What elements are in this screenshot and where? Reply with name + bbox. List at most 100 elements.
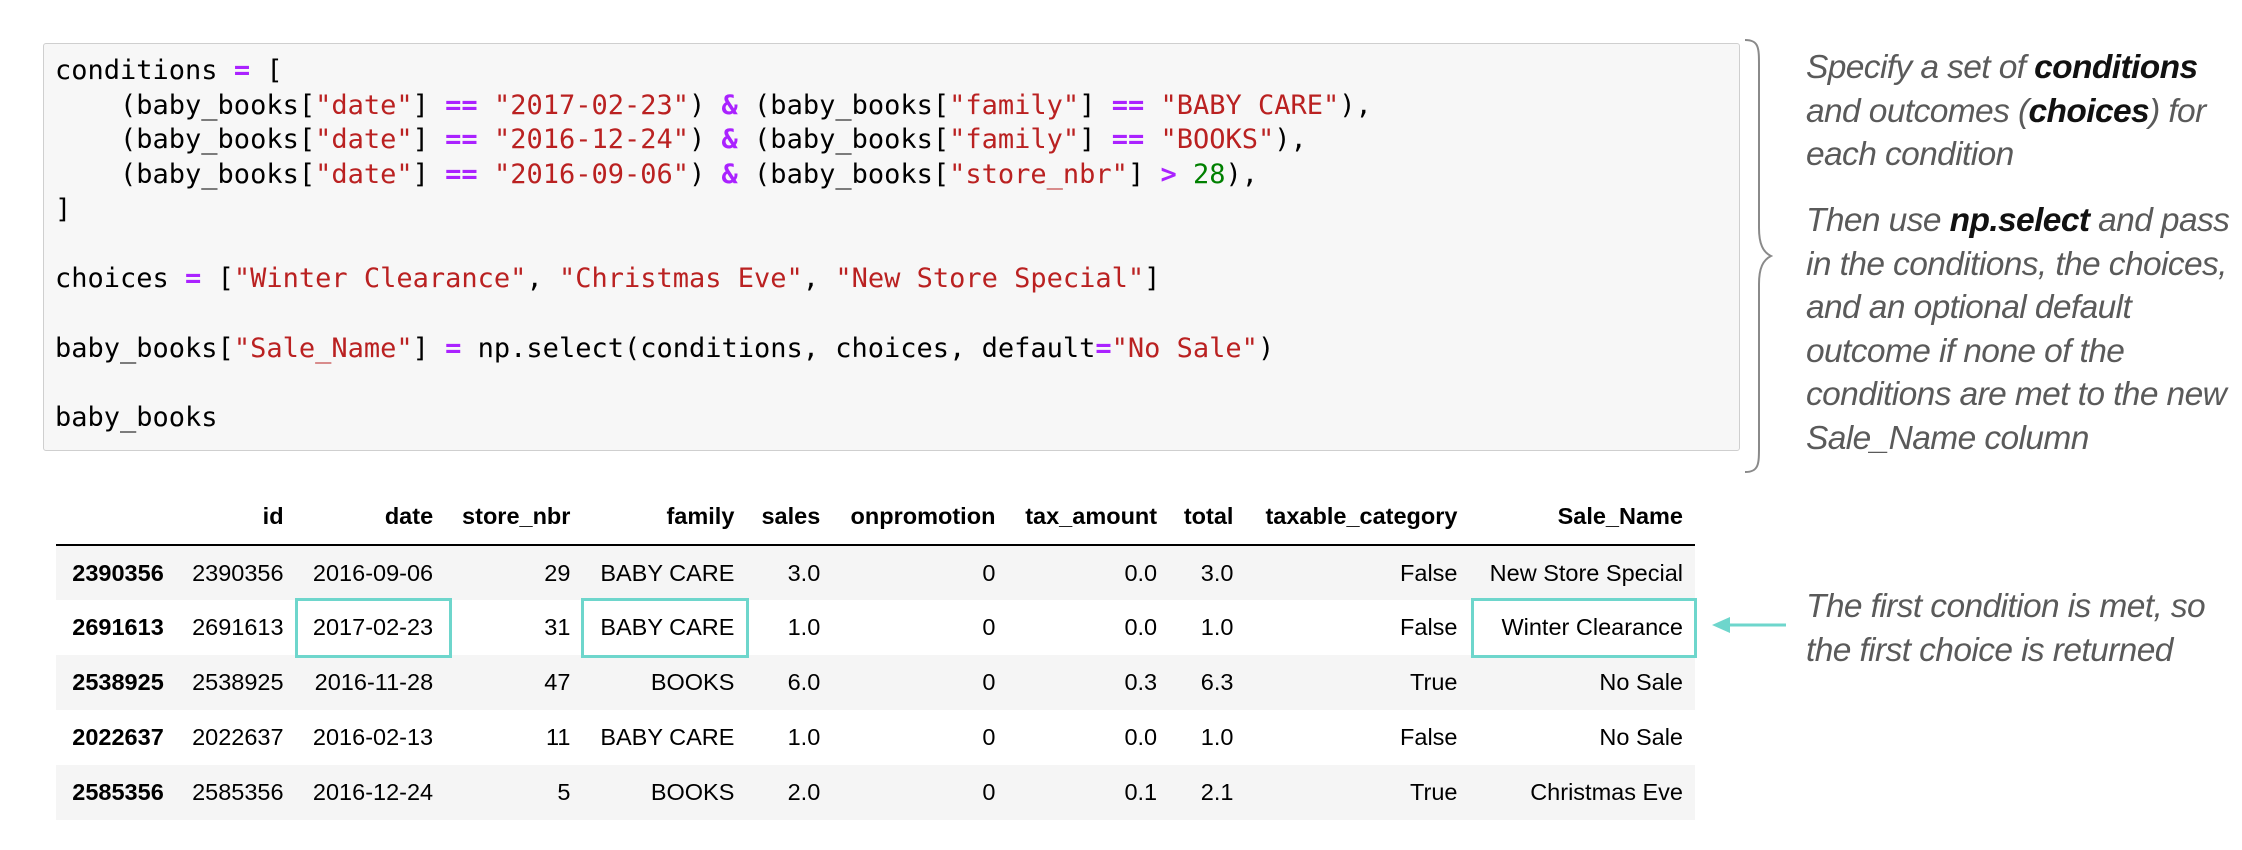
code-token: "BABY CARE" [1160, 89, 1340, 121]
table-cell: 11 [546, 724, 571, 750]
table-cell: No Sale [1599, 669, 1683, 695]
code-token: > [1160, 159, 1177, 191]
table-cell: 1.0 [787, 614, 821, 640]
code-token: "2016-09-06" [493, 159, 690, 191]
table-cell: BABY CARE [600, 614, 735, 640]
code-token: "2017-02-23" [493, 89, 690, 121]
table-cell: 2016-02-13 [312, 724, 434, 750]
code-token: choices [55, 263, 186, 295]
table-cell: 2585356 [192, 779, 284, 805]
table-cell: 0.0 [1124, 559, 1158, 586]
code-token: 28 [1192, 159, 1226, 191]
code-token: ] [1144, 263, 1161, 295]
column-header: store_nbr [445, 488, 583, 546]
code-token: (baby_books[ [55, 159, 316, 191]
code-token: ), [1225, 159, 1259, 191]
code-token: ), [1339, 89, 1372, 121]
code-line: (baby_books["date"] == "2017-02-23") & (… [55, 89, 1372, 124]
code-token: ] [412, 124, 446, 156]
table-cell: 5 [557, 779, 571, 805]
column-header [56, 488, 176, 546]
code-token: ] [412, 332, 446, 364]
code-token: & [721, 89, 738, 121]
code-token: ] [412, 89, 446, 121]
code-token: & [721, 159, 738, 191]
code-line: conditions = [ [55, 54, 1372, 89]
table-cell: 6.0 [787, 669, 821, 695]
row-index: 2022637 [72, 724, 164, 750]
table-cell: 0.1 [1124, 779, 1158, 805]
code-editor[interactable]: conditions = [ (baby_books["date"] == "2… [55, 54, 1372, 436]
table-row: 2691613 2691613 2017-02-23 31 BABY CARE 1.0 0 0… [56, 600, 1695, 655]
table-cell: False [1400, 559, 1458, 586]
code-token: "Christmas Eve" [558, 263, 803, 295]
code-token: == [445, 159, 478, 191]
table-cell: False [1400, 724, 1458, 750]
code-token: ) [689, 89, 722, 121]
code-token: == [445, 89, 478, 121]
dataframe-table: id date store_nbr family sales onpromotion tax… [56, 488, 1695, 820]
table-cell: BOOKS [650, 779, 735, 805]
code-line: (baby_books["date"] == "2016-12-24") & (… [55, 123, 1372, 158]
code-token: == [445, 124, 478, 156]
table-cell: BABY CARE [600, 559, 735, 586]
column-header: onpromotion [832, 488, 1008, 546]
code-token: "date" [315, 124, 413, 156]
column-header: sales [746, 488, 833, 546]
table-cell: 2538925 [192, 669, 284, 695]
table-cell: 2.1 [1200, 779, 1234, 805]
code-token: ) [689, 124, 722, 156]
code-token: "No Sale" [1111, 332, 1258, 364]
table-cell: True [1410, 669, 1458, 695]
code-token: , [526, 263, 559, 295]
code-token: = [445, 332, 462, 364]
table-cell: False [1400, 614, 1458, 640]
code-token: "family" [949, 124, 1080, 156]
column-header: family [582, 488, 747, 546]
table-cell: 2016-09-06 [312, 559, 434, 586]
table-cell: 6.3 [1200, 669, 1234, 695]
code-token: & [721, 124, 738, 156]
annotation-first-condition: The first condition is met, so the first… [1806, 588, 2206, 669]
table-cell: 2016-11-28 [314, 669, 434, 695]
code-token: , [802, 263, 836, 295]
code-line: choices = ["Winter Clearance", "Christma… [55, 262, 1372, 297]
code-cell[interactable]: conditions = [ (baby_books["date"] == "2… [43, 43, 1740, 451]
table-cell: 31 [544, 614, 571, 640]
table-cell: 0 [982, 724, 996, 750]
table-cell: New Store Special [1489, 559, 1683, 586]
annotation-np-select: Then use np.select and pass in the condi… [1806, 202, 2230, 457]
table-cell: Winter Clearance [1501, 614, 1683, 640]
code-token: ) [1257, 332, 1275, 364]
column-header: Sale_Name [1469, 488, 1695, 546]
table-cell: 2017-02-23 [312, 614, 434, 640]
code-token: (baby_books[ [737, 124, 950, 156]
table-cell: 47 [544, 669, 571, 695]
table-row: 2022637 2022637 2016-02-13 11 BABY CARE 1.0 0 0… [56, 710, 1695, 765]
table-cell: True [1410, 779, 1458, 805]
annotation-conditions: Specify a set of conditions and outcomes… [1806, 49, 2206, 173]
table-cell: 1.0 [1200, 724, 1234, 750]
code-token: = [233, 55, 251, 86]
table-cell: 1.0 [1200, 614, 1234, 640]
table-cell: 1.0 [787, 724, 821, 750]
column-header: id [175, 488, 296, 546]
curly-brace-icon [1744, 39, 1773, 473]
code-line: baby_books["Sale_Name"] = np.select(cond… [55, 332, 1372, 367]
code-token: = [185, 263, 202, 295]
code-token: "New Store Special" [835, 263, 1145, 295]
column-header: tax_amount [1007, 488, 1170, 546]
row-index: 2390356 [72, 559, 164, 586]
code-token: ] [412, 159, 446, 191]
code-token: (baby_books[ [55, 89, 316, 121]
table-cell: 0 [982, 614, 996, 640]
table-row: 2585356 2585356 2016-12-24 5 BOOKS 2.0 0 0.1 2.1… [56, 765, 1695, 820]
